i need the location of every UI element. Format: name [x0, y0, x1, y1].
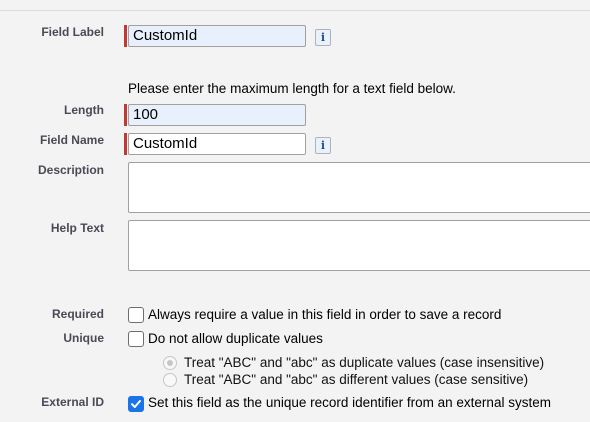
case-sensitive-text: Treat "ABC" and "abc" as different value…: [184, 372, 529, 387]
description-textarea[interactable]: [128, 162, 590, 213]
required-option-text: Always require a value in this field in …: [148, 307, 502, 322]
unique-option-text: Do not allow duplicate values: [148, 331, 323, 346]
info-icon[interactable]: i: [315, 137, 331, 154]
required-checkbox[interactable]: [128, 307, 144, 323]
required-marker: [124, 104, 127, 126]
help-text-label: Help Text: [50, 221, 104, 235]
required-label: Required: [51, 307, 104, 321]
section-top-divider: [0, 10, 590, 11]
case-insensitive-text: Treat "ABC" and "abc" as duplicate value…: [184, 355, 545, 370]
field-label-label: Field Label: [41, 25, 104, 39]
checkmark-icon: [131, 400, 141, 408]
external-id-option-text: Set this field as the unique record iden…: [148, 395, 551, 410]
case-sensitive-radio[interactable]: [163, 373, 177, 387]
field-label-input[interactable]: CustomId: [128, 25, 306, 47]
required-marker: [124, 25, 127, 47]
external-id-checkbox[interactable]: [128, 396, 144, 412]
unique-checkbox[interactable]: [128, 331, 144, 347]
info-icon[interactable]: i: [315, 29, 331, 46]
external-id-label: External ID: [41, 395, 104, 409]
description-label: Description: [37, 163, 104, 177]
unique-label: Unique: [63, 331, 104, 345]
field-name-input[interactable]: CustomId: [128, 133, 306, 155]
length-label: Length: [64, 103, 104, 117]
help-text-textarea[interactable]: [128, 220, 590, 271]
field-name-label: Field Name: [39, 133, 104, 147]
length-hint: Please enter the maximum length for a te…: [128, 81, 456, 96]
length-input[interactable]: 100: [128, 104, 306, 126]
required-marker: [124, 133, 127, 155]
case-insensitive-radio[interactable]: [163, 356, 177, 370]
